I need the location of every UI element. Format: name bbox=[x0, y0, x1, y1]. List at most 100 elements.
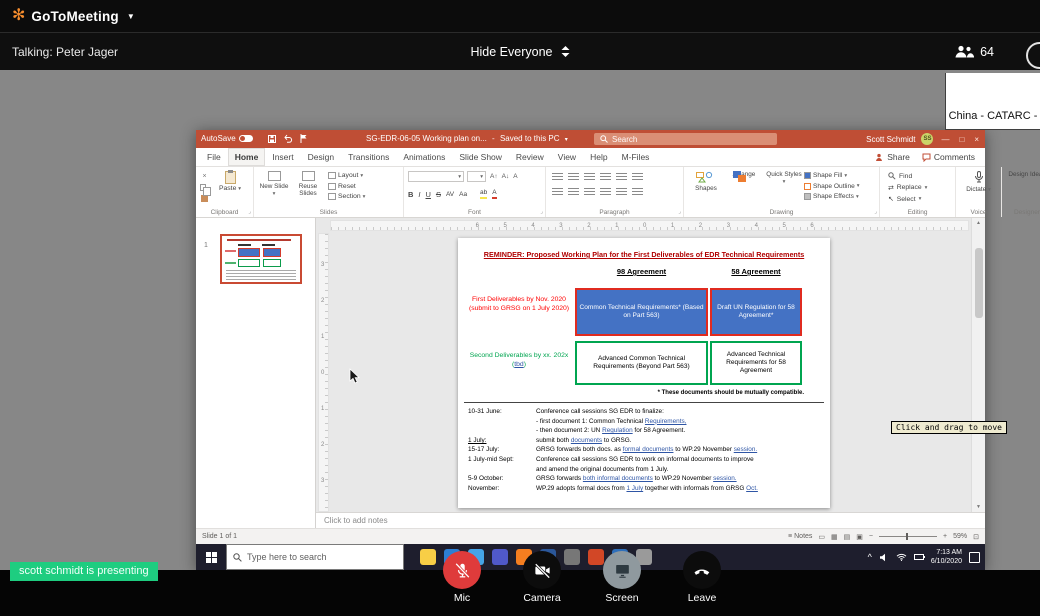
tbd-link[interactable]: tbd bbox=[514, 361, 523, 368]
ppt-search-bar[interactable] bbox=[594, 133, 777, 145]
tab-file[interactable]: File bbox=[200, 148, 228, 166]
autosave-toggle[interactable]: AutoSave bbox=[201, 134, 253, 143]
avatar[interactable]: SS bbox=[921, 133, 933, 145]
second-deliverables-label[interactable]: Second Deliverables by xx. 202x (tbd) bbox=[466, 352, 572, 370]
mic-button[interactable] bbox=[443, 551, 481, 589]
draft-un-regulation-box[interactable]: Draft UN Regulation for 58 Agreement* bbox=[710, 288, 802, 336]
leave-button[interactable] bbox=[683, 551, 721, 589]
text-direction-icon[interactable] bbox=[632, 173, 643, 182]
close-button[interactable]: × bbox=[972, 135, 981, 144]
vertical-ruler[interactable]: 3210123 bbox=[318, 233, 329, 512]
justify-icon[interactable] bbox=[600, 188, 611, 197]
timeline-text-box[interactable]: 10-31 June:Conference call sessions SG E… bbox=[468, 407, 826, 493]
clipboard-dialog-launcher-icon[interactable]: ⌟ bbox=[248, 209, 251, 215]
account-name[interactable]: Scott Schmidt bbox=[866, 135, 915, 144]
gtm-brand-menu[interactable]: GoToMeeting bbox=[31, 9, 118, 24]
zoom-out-icon[interactable]: − bbox=[869, 533, 873, 540]
volume-icon[interactable] bbox=[879, 553, 889, 562]
comments-button[interactable]: Comments bbox=[922, 152, 975, 162]
reading-view-icon[interactable]: ▤ bbox=[844, 533, 851, 541]
screen-control[interactable]: Screen bbox=[603, 551, 641, 604]
camera-control[interactable]: Camera bbox=[523, 551, 561, 604]
taskbar-app-file-explorer[interactable] bbox=[420, 549, 436, 565]
vertical-scrollbar[interactable]: ▲ ▼ bbox=[971, 218, 985, 512]
compatibility-footnote[interactable]: * These documents should be mutually com… bbox=[658, 390, 804, 396]
undo-icon[interactable] bbox=[283, 134, 293, 143]
first-deliverables-label[interactable]: First Deliverables by Nov. 2020 (submit … bbox=[466, 296, 572, 314]
tab-transitions[interactable]: Transitions bbox=[341, 148, 396, 166]
select-button[interactable]: ↖Select▾ bbox=[888, 195, 927, 203]
participants-control[interactable]: 64 bbox=[954, 33, 994, 70]
saved-status[interactable]: Saved to this PC bbox=[500, 134, 560, 143]
section-button[interactable]: Section▾ bbox=[328, 193, 365, 200]
screen-button[interactable] bbox=[603, 551, 641, 589]
numbering-icon[interactable] bbox=[568, 173, 579, 182]
paste-button[interactable]: Paste ▾ bbox=[214, 171, 246, 193]
shrink-font-icon[interactable]: A↓ bbox=[502, 173, 510, 180]
shape-effects-button[interactable]: Shape Effects▾ bbox=[804, 193, 860, 200]
leave-control[interactable]: Leave bbox=[683, 551, 721, 604]
tab-m-files[interactable]: M-Files bbox=[615, 148, 657, 166]
zoom-in-icon[interactable]: + bbox=[943, 533, 947, 540]
column-header-58-agreement[interactable]: 58 Agreement bbox=[710, 267, 802, 276]
font-aa-button[interactable]: Aa bbox=[459, 191, 467, 198]
font-name-select[interactable]: ▾ bbox=[408, 171, 464, 182]
notes-toggle[interactable]: ≡Notes bbox=[788, 533, 812, 540]
hide-everyone-control[interactable]: Hide Everyone bbox=[471, 33, 570, 70]
slide-1-thumbnail[interactable] bbox=[220, 234, 302, 284]
tab-insert[interactable]: Insert bbox=[265, 148, 300, 166]
tab-review[interactable]: Review bbox=[509, 148, 551, 166]
slideshow-icon[interactable]: ▣ bbox=[856, 533, 863, 541]
mic-control[interactable]: Mic bbox=[443, 551, 481, 604]
battery-icon[interactable] bbox=[914, 554, 924, 560]
reset-button[interactable]: Reset bbox=[328, 183, 365, 190]
smartart-icon[interactable] bbox=[632, 188, 643, 197]
tab-home[interactable]: Home bbox=[228, 148, 266, 166]
tab-slide-show[interactable]: Slide Show bbox=[452, 148, 509, 166]
slide-editing-area[interactable]: REMINDER: Proposed Working Plan for the … bbox=[458, 238, 830, 508]
quick-styles-button[interactable]: Quick Styles ▾ bbox=[766, 171, 802, 186]
tab-view[interactable]: View bbox=[551, 148, 583, 166]
normal-view-icon[interactable]: ▭ bbox=[818, 533, 825, 541]
font-b-button[interactable]: B bbox=[408, 190, 413, 199]
title-caret-icon[interactable]: ▾ bbox=[565, 137, 568, 143]
zoom-level[interactable]: 59% bbox=[953, 533, 967, 540]
fit-to-window-icon[interactable]: ⊡ bbox=[973, 533, 979, 541]
common-technical-requirements-box[interactable]: Common Technical Requirements* (Based on… bbox=[575, 288, 708, 336]
scroll-up-icon[interactable]: ▲ bbox=[972, 220, 985, 226]
restore-button[interactable]: □ bbox=[957, 135, 966, 144]
start-button[interactable] bbox=[196, 544, 226, 570]
slide-title[interactable]: REMINDER: Proposed Working Plan for the … bbox=[462, 250, 826, 259]
cut-icon[interactable]: × bbox=[202, 173, 206, 180]
format-painter-icon[interactable] bbox=[201, 195, 208, 202]
align-center-icon[interactable] bbox=[568, 188, 579, 197]
tray-expand-icon[interactable]: ^ bbox=[868, 552, 872, 562]
camera-button[interactable] bbox=[523, 551, 561, 589]
grow-font-icon[interactable]: A↑ bbox=[490, 173, 498, 180]
copy-icon[interactable] bbox=[200, 184, 206, 191]
font-size-select[interactable]: ▾ bbox=[467, 171, 486, 182]
ppt-search-input[interactable] bbox=[612, 135, 752, 144]
taskbar-search[interactable] bbox=[226, 544, 404, 570]
zoom-slider-thumb[interactable] bbox=[906, 533, 908, 540]
align-right-icon[interactable] bbox=[584, 188, 595, 197]
taskbar-search-input[interactable] bbox=[247, 552, 387, 562]
column-header-98-agreement[interactable]: 98 Agreement bbox=[575, 267, 708, 276]
arrange-button[interactable]: Arrange bbox=[726, 171, 762, 178]
tab-help[interactable]: Help bbox=[583, 148, 614, 166]
zoom-slider[interactable] bbox=[879, 536, 937, 537]
shape-outline-button[interactable]: Shape Outline▾ bbox=[804, 183, 860, 190]
tab-animations[interactable]: Animations bbox=[396, 148, 452, 166]
indent-decrease-icon[interactable] bbox=[584, 173, 595, 182]
indent-increase-icon[interactable] bbox=[600, 173, 611, 182]
shape-fill-button[interactable]: Shape Fill▾ bbox=[804, 172, 860, 179]
font-i-button[interactable]: I bbox=[418, 190, 420, 199]
replace-button[interactable]: ⇄Replace▾ bbox=[888, 184, 927, 192]
find-button[interactable]: Find bbox=[888, 172, 927, 180]
highlight-color-icon[interactable]: ab bbox=[480, 188, 487, 199]
reuse-slides-button[interactable]: Reuse Slides bbox=[292, 171, 324, 198]
share-button[interactable]: Share bbox=[875, 152, 910, 162]
save-icon[interactable] bbox=[268, 135, 276, 143]
notes-pane[interactable]: Click to add notes bbox=[316, 512, 985, 528]
font-color-icon[interactable]: A bbox=[492, 188, 496, 199]
